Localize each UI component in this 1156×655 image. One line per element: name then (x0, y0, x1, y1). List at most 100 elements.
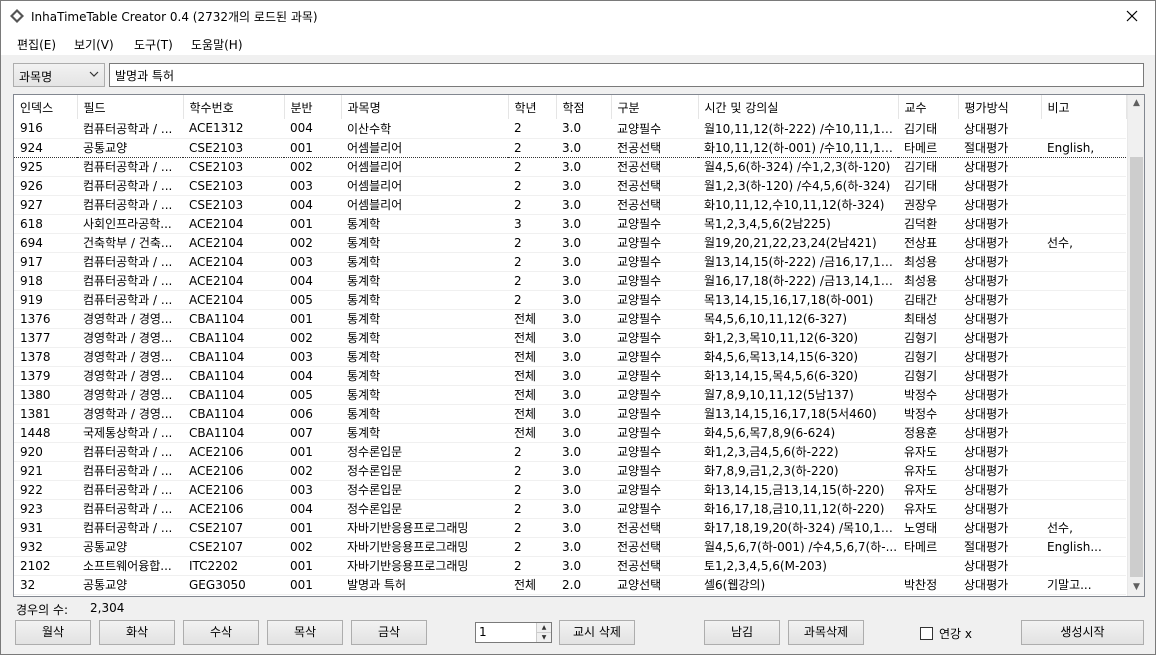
delete-thursday-button[interactable]: 목삭 (267, 620, 343, 645)
table-row[interactable]: 1378 경영학과 / 경영... CBA1104 003 통계학 전체 3.0 교양필수 화4… (14, 347, 1126, 367)
table-cell: English... (1041, 537, 1126, 557)
table-cell (1041, 309, 1126, 329)
column-header[interactable]: 인덱스 (14, 95, 78, 119)
table-cell: 김형기 (898, 328, 958, 348)
table-cell: 931 (14, 518, 77, 538)
table-cell: 전공선택 (611, 157, 698, 177)
keep-button[interactable]: 남김 (704, 620, 780, 645)
scroll-thumb[interactable] (1130, 157, 1143, 577)
table-cell: 3.0 (556, 252, 611, 272)
search-input[interactable] (109, 63, 1144, 87)
table-row[interactable]: 916 컴퓨터공학과 / ... ACE1312 004 이산수학 2 3.0 교양필수 월10… (14, 119, 1126, 139)
course-delete-button[interactable]: 과목삭제 (788, 620, 864, 645)
column-header[interactable]: 교수 (898, 95, 959, 119)
table-cell: 상대평가 (958, 290, 1041, 310)
table-row[interactable]: 932 공통교양 CSE2107 002 자바기반응용프로그래밍 2 3.0 전공선택 월4,5… (14, 537, 1126, 557)
table-cell: 3.0 (556, 366, 611, 386)
table-cell: 1381 (14, 404, 77, 424)
table-cell: 경영학과 / 경영... (77, 347, 183, 367)
table-cell: 교양필수 (611, 366, 698, 386)
menu-edit[interactable]: 편집(E) (17, 36, 56, 53)
consecutive-checkbox[interactable] (920, 627, 933, 640)
period-spinner[interactable]: 1 ▲ ▼ (475, 622, 552, 643)
table-row[interactable]: 1379 경영학과 / 경영... CBA1104 004 통계학 전체 3.0 교양필수 화1… (14, 366, 1126, 386)
close-button[interactable] (1109, 1, 1155, 31)
table-cell: 정수론입문 (341, 499, 508, 519)
table-cell: 전공선택 (611, 537, 698, 557)
column-header[interactable]: 필드 (77, 95, 184, 119)
table-row[interactable]: 1381 경영학과 / 경영... CBA1104 006 통계학 전체 3.0 교양필수 월1… (14, 404, 1126, 424)
column-header[interactable]: 학점 (556, 95, 612, 119)
column-header[interactable]: 시간 및 강의실 (698, 95, 899, 119)
table-cell: 상대평가 (958, 347, 1041, 367)
table-row[interactable]: 927 컴퓨터공학과 / ... CSE2103 004 어셈블리어 2 3.0 전공선택 화1… (14, 195, 1126, 215)
table-cell: 920 (14, 442, 77, 462)
table-cell: 전체 (508, 347, 556, 367)
table-cell: 통계학 (341, 271, 508, 291)
table-cell: 전체 (508, 423, 556, 443)
menu-view[interactable]: 보기(V) (74, 36, 114, 53)
delete-monday-button[interactable]: 월삭 (15, 620, 91, 645)
table-cell (898, 556, 958, 576)
table-row[interactable]: 918 컴퓨터공학과 / ... ACE2104 004 통계학 2 3.0 교양필수 월16,… (14, 271, 1126, 291)
table-cell: 2 (508, 195, 556, 215)
table-cell: 001 (284, 442, 341, 462)
column-header[interactable]: 구분 (611, 95, 699, 119)
delete-friday-button[interactable]: 금삭 (351, 620, 427, 645)
scroll-down-icon[interactable]: ▼ (1128, 579, 1144, 596)
table-row[interactable]: 32 공통교양 GEG3050 001 발명과 특허 전체 2.0 교양선택 셀6(웹강의) 박찬… (14, 575, 1126, 595)
table-row[interactable]: 921 컴퓨터공학과 / ... ACE2106 002 정수론입문 2 3.0 교양필수 화7… (14, 461, 1126, 481)
column-header[interactable]: 과목명 (341, 95, 509, 119)
count-value: 2,304 (90, 601, 125, 615)
column-header[interactable]: 분반 (284, 95, 342, 119)
table-cell: 통계학 (341, 423, 508, 443)
vertical-scrollbar[interactable]: ▲ ▼ (1127, 95, 1144, 596)
table-cell: 자바기반응용프로그래밍 (341, 518, 508, 538)
table-cell: 박정수 (898, 404, 958, 424)
scroll-up-icon[interactable]: ▲ (1128, 95, 1144, 112)
table-row[interactable]: 1448 국제통상학과 / ... CBA1104 007 통계학 전체 3.0 교양필수 화4… (14, 423, 1126, 443)
column-header[interactable]: 비고 (1041, 95, 1127, 119)
table-row[interactable]: 925 컴퓨터공학과 / ... CSE2103 002 어셈블리어 2 3.0 전공선택 월4… (14, 157, 1126, 177)
menu-help[interactable]: 도움말(H) (191, 36, 243, 53)
table-cell: 3.0 (556, 499, 611, 519)
period-delete-button[interactable]: 교시 삭제 (559, 620, 635, 645)
table-cell: 기말고... (1041, 575, 1126, 595)
table-cell: 상대평가 (958, 328, 1041, 348)
column-header[interactable]: 학수번호 (183, 95, 285, 119)
table-row[interactable]: 1380 경영학과 / 경영... CBA1104 005 통계학 전체 3.0 교양필수 월7… (14, 385, 1126, 405)
table-cell: 경영학과 / 경영... (77, 366, 183, 386)
table-cell: 유자도 (898, 461, 958, 481)
table-row[interactable]: 922 컴퓨터공학과 / ... ACE2106 003 정수론입문 2 3.0 교양필수 화1… (14, 480, 1126, 500)
table-row[interactable]: 2102 소프트웨어융합... ITC2202 001 자바기반응용프로그래밍 2 3.0 전… (14, 556, 1126, 576)
table-cell: 3.0 (556, 290, 611, 310)
generate-button[interactable]: 생성시작 (1021, 620, 1144, 645)
table-row[interactable]: 917 컴퓨터공학과 / ... ACE2104 003 통계학 2 3.0 교양필수 월13,… (14, 252, 1126, 272)
spin-up-icon[interactable]: ▲ (537, 623, 551, 632)
column-header[interactable]: 평가방식 (958, 95, 1042, 119)
menu-tools[interactable]: 도구(T) (134, 36, 173, 53)
table-row[interactable]: 694 건축학부 / 건축... ACE2104 002 통계학 2 3.0 교양필수 월19,… (14, 233, 1126, 253)
table-cell (1041, 423, 1126, 443)
table-row[interactable]: 618 사회인프라공학... ACE2104 001 통계학 3 3.0 교양필수 목1,2,3… (14, 214, 1126, 234)
table-row[interactable]: 923 컴퓨터공학과 / ... ACE2106 004 정수론입문 2 3.0 교양필수 화1… (14, 499, 1126, 519)
delete-tuesday-button[interactable]: 화삭 (99, 620, 175, 645)
table-row[interactable]: 924 공통교양 CSE2103 001 어셈블리어 2 3.0 전공선택 화10,11,12(… (14, 137, 1126, 158)
table-row[interactable]: 931 컴퓨터공학과 / ... CSE2107 001 자바기반응용프로그래밍 2 3.0… (14, 518, 1126, 538)
table-row[interactable]: 919 컴퓨터공학과 / ... ACE2104 005 통계학 2 3.0 교양필수 목13,… (14, 290, 1126, 310)
search-field-select[interactable]: 과목명 (13, 63, 105, 87)
table-cell: 2 (508, 442, 556, 462)
spin-down-icon[interactable]: ▼ (537, 632, 551, 641)
table-cell: 전공선택 (611, 195, 698, 215)
table-cell: 교양필수 (611, 404, 698, 424)
table-row[interactable]: 920 컴퓨터공학과 / ... ACE2106 001 정수론입문 2 3.0 교양필수 화1… (14, 442, 1126, 462)
table-row[interactable]: 926 컴퓨터공학과 / ... CSE2103 003 어셈블리어 2 3.0 전공선택 월1… (14, 176, 1126, 196)
table-row[interactable]: 1377 경영학과 / 경영... CBA1104 002 통계학 전체 3.0 교양필수 화1… (14, 328, 1126, 348)
column-header[interactable]: 학년 (508, 95, 557, 119)
table-cell (1041, 328, 1126, 348)
table-cell: 절대평가 (958, 137, 1041, 158)
delete-wednesday-button[interactable]: 수삭 (183, 620, 259, 645)
table-row[interactable]: 1376 경영학과 / 경영... CBA1104 001 통계학 전체 3.0 교양필수 목4… (14, 309, 1126, 329)
table-cell: 김태간 (898, 290, 958, 310)
table-cell: 상대평가 (958, 176, 1041, 196)
